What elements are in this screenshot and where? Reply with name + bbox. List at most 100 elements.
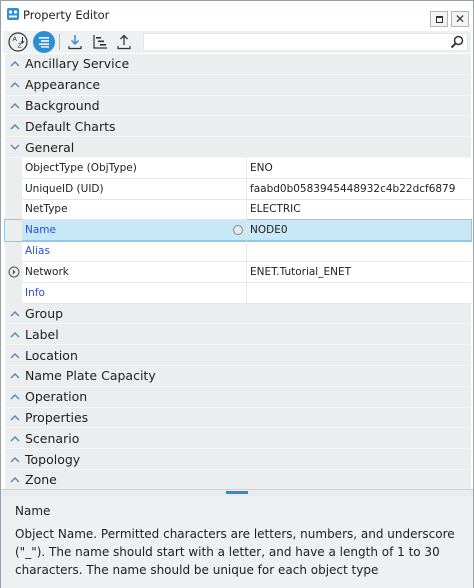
chevron-up-icon[interactable] — [5, 123, 25, 130]
property-name: ObjectType (ObjType) — [22, 157, 247, 179]
title-bar[interactable]: Property Editor ✕ — [1, 1, 473, 29]
download-icon — [68, 35, 82, 50]
category-label: Default Charts — [25, 118, 116, 134]
category-label: Topology — [25, 451, 81, 467]
property-name: Name — [22, 220, 247, 242]
category-scenario[interactable]: Scenario — [5, 428, 471, 450]
category-ancillary-service[interactable]: Ancillary Service — [5, 54, 471, 75]
search-input[interactable] — [143, 33, 468, 51]
upload-button[interactable] — [113, 31, 135, 53]
category-label: Zone — [25, 472, 57, 488]
download-button[interactable] — [64, 31, 86, 53]
property-editor-window: Property Editor ✕ A Z Ancillary Service … — [0, 0, 474, 588]
chevron-up-icon[interactable] — [5, 414, 25, 421]
category-zone[interactable]: Zone — [5, 469, 471, 491]
property-row-network[interactable]: Network ENET.Tutorial_ENET — [5, 261, 471, 283]
row-gutter — [5, 199, 22, 221]
description-pane: Name Object Name. Permitted characters a… — [1, 496, 473, 588]
category-label: Appearance — [25, 77, 101, 93]
property-value[interactable]: faabd0b0583945448932c4b22dcf6879 — [247, 179, 471, 200]
category-label: Scenario — [25, 430, 80, 446]
restore-icon — [435, 15, 443, 23]
property-value[interactable] — [247, 283, 471, 304]
chevron-up-icon[interactable] — [5, 310, 25, 317]
navigate-arrow-icon[interactable] — [8, 266, 20, 278]
row-gutter — [5, 220, 22, 242]
property-row-objecttype[interactable]: ObjectType (ObjType) ENO — [5, 157, 471, 179]
category-name-plate-capacity[interactable]: Name Plate Capacity — [5, 365, 471, 387]
window-title: Property Editor — [23, 8, 110, 22]
category-default-charts[interactable]: Default Charts — [5, 116, 471, 138]
property-name: NetType — [22, 199, 247, 221]
property-row-info[interactable]: Info — [5, 282, 471, 304]
property-value[interactable]: ENET.Tutorial_ENET — [247, 262, 471, 283]
property-row-uniqueid[interactable]: UniqueID (UID) faabd0b0583945448932c4b22… — [5, 178, 471, 200]
property-name: Alias — [22, 241, 247, 262]
category-background[interactable]: Background — [5, 95, 471, 117]
splitter-grip[interactable] — [226, 491, 248, 494]
categorized-icon — [39, 37, 49, 48]
category-label: Group — [25, 305, 64, 321]
chevron-up-icon[interactable] — [5, 393, 25, 400]
category-label-section[interactable]: Label — [5, 324, 471, 346]
chevron-up-icon[interactable] — [5, 60, 25, 67]
property-name: Network — [22, 261, 247, 283]
category-general[interactable]: General — [5, 137, 471, 158]
chevron-up-icon[interactable] — [5, 81, 25, 88]
category-label: Location — [25, 347, 78, 363]
upload-icon — [117, 34, 131, 50]
property-name: Info — [22, 282, 247, 304]
description-text: Object Name. Permitted characters are le… — [15, 527, 455, 577]
row-gutter — [5, 178, 22, 200]
category-location[interactable]: Location — [5, 345, 471, 366]
property-name: UniqueID (UID) — [22, 178, 247, 200]
property-grid: Ancillary Service Appearance Background … — [4, 54, 472, 491]
property-value[interactable]: ELECTRIC — [247, 200, 471, 221]
category-label: Name Plate Capacity — [25, 368, 156, 384]
category-label: Background — [25, 97, 100, 113]
row-gutter — [5, 261, 22, 283]
chevron-up-icon[interactable] — [5, 331, 25, 338]
toolbar-separator — [59, 34, 60, 50]
property-value[interactable] — [247, 241, 471, 262]
property-value-input[interactable]: NODE0 — [247, 220, 471, 242]
category-topology[interactable]: Topology — [5, 449, 471, 470]
hierarchy-button[interactable] — [89, 31, 111, 53]
app-icon — [7, 8, 19, 20]
property-name-text: Name — [25, 224, 56, 237]
property-value[interactable]: ENO — [247, 158, 471, 179]
chevron-up-icon[interactable] — [5, 456, 25, 463]
property-row-nettype[interactable]: NetType ELECTRIC — [5, 199, 471, 221]
sort-alphabetical-icon: A Z — [8, 32, 28, 52]
category-label: Label — [25, 326, 59, 342]
category-properties[interactable]: Properties — [5, 407, 471, 429]
category-appearance[interactable]: Appearance — [5, 74, 471, 96]
property-row-alias[interactable]: Alias — [5, 241, 471, 262]
reset-default-icon[interactable] — [233, 225, 243, 236]
chevron-up-icon[interactable] — [5, 372, 25, 379]
property-row-name[interactable]: Name NODE0 — [4, 219, 472, 243]
pane-splitter[interactable] — [1, 489, 473, 496]
toolbar: A Z — [3, 31, 471, 53]
category-label: General — [25, 139, 75, 155]
category-label: Properties — [25, 409, 89, 425]
search-icon[interactable] — [449, 34, 465, 50]
hierarchy-icon — [93, 35, 107, 49]
row-gutter — [5, 157, 22, 179]
categorized-view-button[interactable] — [33, 31, 55, 53]
chevron-up-icon[interactable] — [5, 102, 25, 109]
chevron-up-icon[interactable] — [5, 352, 25, 359]
chevron-up-icon[interactable] — [5, 476, 25, 483]
chevron-up-icon[interactable] — [5, 435, 25, 442]
sort-alphabetical-button[interactable]: A Z — [7, 31, 29, 53]
close-icon: ✕ — [454, 12, 466, 26]
category-operation[interactable]: Operation — [5, 386, 471, 408]
description-title: Name — [15, 504, 51, 518]
restore-button[interactable] — [430, 11, 448, 27]
row-gutter — [5, 282, 22, 304]
category-label: Ancillary Service — [25, 56, 130, 72]
category-group[interactable]: Group — [5, 303, 471, 325]
row-gutter — [5, 241, 22, 262]
chevron-down-icon[interactable] — [5, 144, 25, 151]
close-button[interactable]: ✕ — [451, 11, 469, 27]
